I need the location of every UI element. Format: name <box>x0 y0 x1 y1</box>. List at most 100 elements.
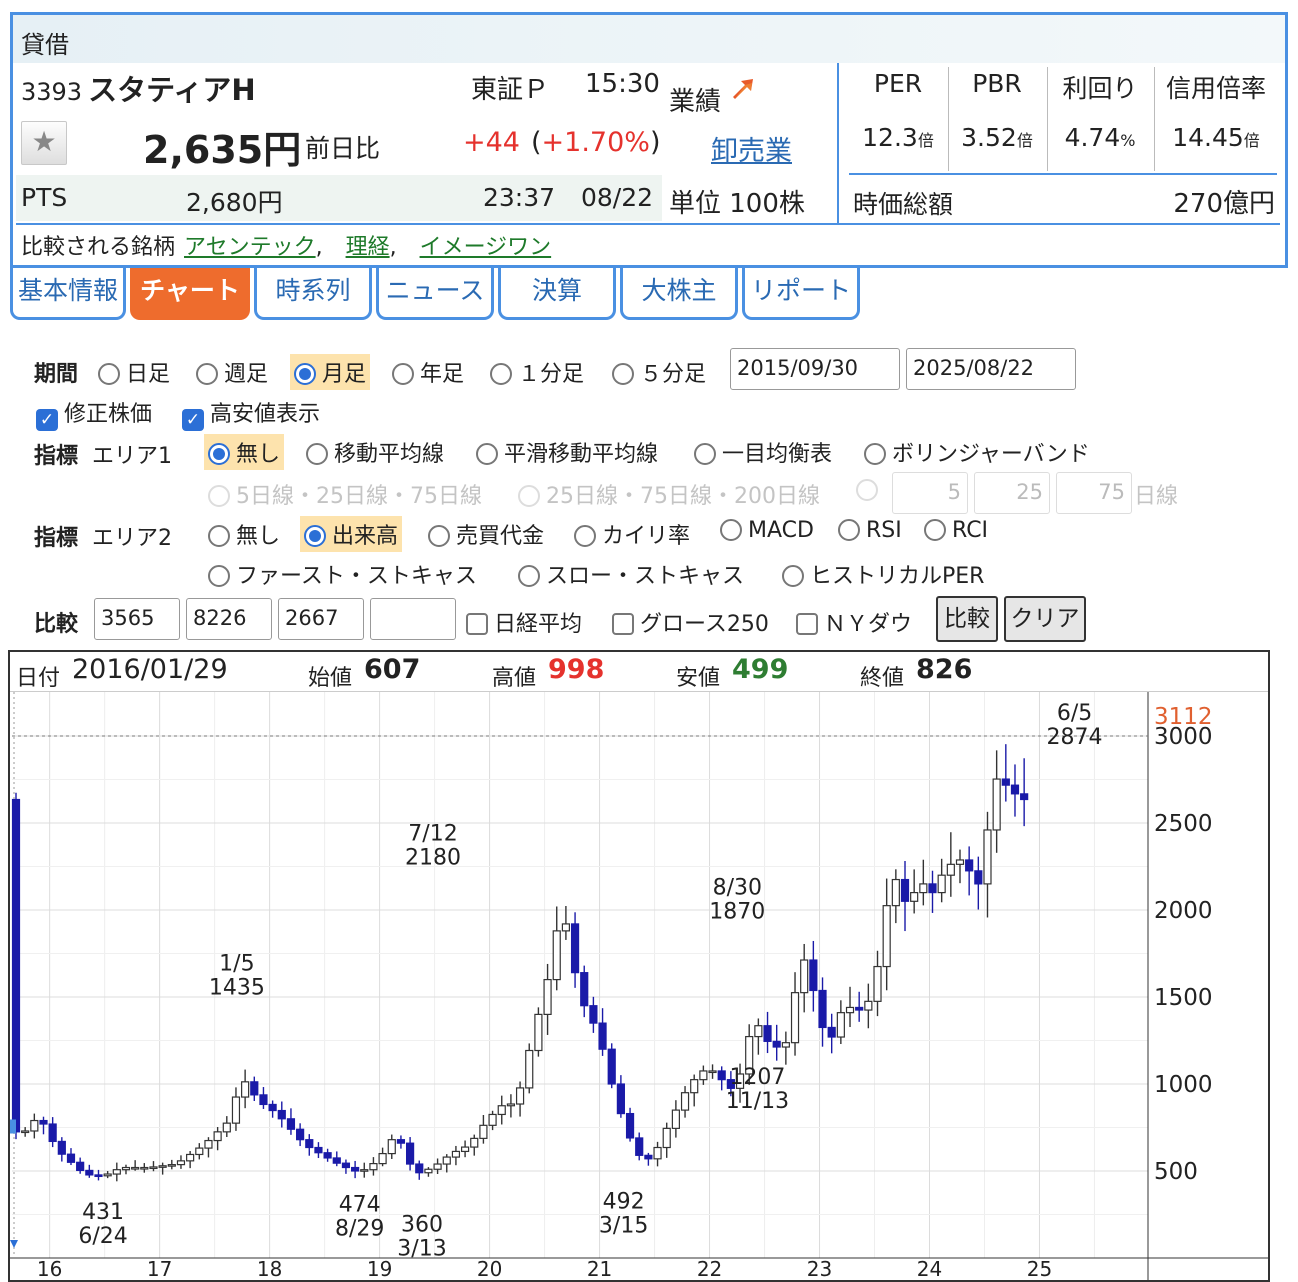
ma-option-long[interactable]: 25日線・75日線・200日線 <box>518 478 820 510</box>
period-5min[interactable]: ５分足 <box>612 356 706 388</box>
period-1min[interactable]: １分足 <box>490 356 584 388</box>
compare-nikkei-checkbox[interactable]: 日経平均 <box>466 606 582 638</box>
compare-button[interactable]: 比較 <box>936 596 998 642</box>
sector-link[interactable]: 卸売業 <box>711 129 792 168</box>
checkbox-icon[interactable] <box>796 613 818 635</box>
compare-growth250-checkbox[interactable]: グロース250 <box>612 606 769 638</box>
candle-body <box>653 1146 662 1160</box>
area2-turnover[interactable]: 売買代金 <box>428 518 544 550</box>
area2-rsi[interactable]: RSI <box>838 518 902 543</box>
area1-ichimoku[interactable]: 一目均衡表 <box>694 436 832 468</box>
radio-icon[interactable] <box>518 485 540 507</box>
radio-icon[interactable] <box>838 519 860 541</box>
clear-button[interactable]: クリア <box>1004 596 1086 642</box>
change-label: 前日比 <box>305 134 381 163</box>
date-from-input[interactable]: 2015/09/30 <box>730 348 900 390</box>
period-yearly[interactable]: 年足 <box>392 356 464 388</box>
candle-body <box>314 1146 323 1154</box>
area2-none[interactable]: 無し <box>208 518 280 550</box>
ma-input-1[interactable]: 5 <box>892 472 968 514</box>
radio-icon[interactable] <box>856 479 878 501</box>
candle-body <box>57 1140 66 1155</box>
low-date-label: 3/15 <box>599 1213 648 1238</box>
radio-icon[interactable] <box>924 519 946 541</box>
x-tick-label: 24 <box>917 1257 942 1280</box>
compare-code-input-2[interactable]: 8226 <box>186 598 272 640</box>
candle-body <box>882 905 891 968</box>
area1-none[interactable]: 無し <box>204 434 285 470</box>
favorite-star-icon[interactable]: ★ <box>21 121 67 165</box>
compared-stock-link[interactable]: 理経 <box>346 235 390 260</box>
highlow-checkbox[interactable]: ✓ 高安値表示 <box>182 396 320 431</box>
ma-option-custom[interactable] <box>856 478 884 503</box>
radio-icon[interactable] <box>428 525 450 547</box>
radio-icon[interactable] <box>306 443 328 465</box>
adjusted-price-checkbox[interactable]: ✓ 修正株価 <box>36 396 152 431</box>
radio-selected-icon[interactable] <box>294 363 316 385</box>
compare-code-input-4[interactable] <box>370 598 456 640</box>
radio-icon[interactable] <box>208 525 230 547</box>
radio-icon[interactable] <box>476 443 498 465</box>
candle-body <box>158 1165 167 1168</box>
tab-time-series[interactable]: 時系列 <box>254 268 372 320</box>
tab-earnings[interactable]: 決算 <box>498 268 616 320</box>
area2-slow-stoch[interactable]: スロー・ストキャス <box>518 558 744 590</box>
candle-body <box>616 1083 625 1115</box>
area1-bollinger[interactable]: ボリンジャーバンド <box>864 436 1090 468</box>
tab-basic-info[interactable]: 基本情報 <box>10 268 126 320</box>
area2-deviation[interactable]: カイリ率 <box>574 518 690 550</box>
radio-icon[interactable] <box>208 485 230 507</box>
radio-icon[interactable] <box>196 363 218 385</box>
radio-icon[interactable] <box>694 443 716 465</box>
radio-icon[interactable] <box>864 443 886 465</box>
period-daily[interactable]: 日足 <box>98 356 170 388</box>
radio-icon[interactable] <box>720 519 742 541</box>
radio-icon[interactable] <box>490 363 512 385</box>
checkbox-icon[interactable] <box>466 613 488 635</box>
checkmark-icon[interactable]: ✓ <box>182 409 204 431</box>
compared-stock-link[interactable]: イメージワン <box>420 235 552 260</box>
radio-icon[interactable] <box>392 363 414 385</box>
area2-macd[interactable]: MACD <box>720 518 814 543</box>
compare-nydow-checkbox[interactable]: ＮＹダウ <box>796 606 912 638</box>
compare-code-input-1[interactable]: 3565 <box>94 598 180 640</box>
radio-icon[interactable] <box>612 363 634 385</box>
candle-body <box>928 883 937 894</box>
metric-unit: % <box>1120 131 1136 150</box>
radio-icon[interactable] <box>518 565 540 587</box>
radio-selected-icon[interactable] <box>208 443 230 465</box>
date-to-input[interactable]: 2025/08/22 <box>906 348 1076 390</box>
ma-input-3[interactable]: 75 <box>1056 472 1132 514</box>
tab-news[interactable]: ニュース <box>376 268 494 320</box>
area2-rci[interactable]: RCI <box>924 518 988 543</box>
radio-icon[interactable] <box>574 525 596 547</box>
radio-icon[interactable] <box>208 565 230 587</box>
radio-icon[interactable] <box>98 363 120 385</box>
low-value-label: 360 <box>401 1212 443 1237</box>
tab-shareholders[interactable]: 大株主 <box>620 268 738 320</box>
period-weekly[interactable]: 週足 <box>196 356 268 388</box>
period-monthly[interactable]: 月足 <box>290 354 371 390</box>
area2-volume[interactable]: 出来高 <box>300 516 403 552</box>
radio-icon[interactable] <box>782 565 804 587</box>
checkbox-icon[interactable] <box>612 613 634 635</box>
area2-historical-per[interactable]: ヒストリカルPER <box>782 558 984 590</box>
price-chart[interactable]: 日付 2016/01/29 始値 607 高値 998 安値 499 終値 82… <box>8 650 1270 1282</box>
candle-body <box>708 1070 717 1074</box>
high-value-label: 2180 <box>405 846 461 871</box>
compared-stock-link[interactable]: アセンテック <box>184 235 316 260</box>
tab-reports[interactable]: リポート <box>742 268 860 320</box>
area1-ema[interactable]: 平滑移動平均線 <box>476 436 658 468</box>
candle-body <box>21 1130 30 1134</box>
candle-body <box>488 1113 497 1126</box>
compare-code-input-3[interactable]: 2667 <box>278 598 364 640</box>
ma-option-short[interactable]: 5日線・25日線・75日線 <box>208 478 482 510</box>
radio-selected-icon[interactable] <box>304 525 326 547</box>
area1-sma[interactable]: 移動平均線 <box>306 436 444 468</box>
ma-input-2[interactable]: 25 <box>974 472 1050 514</box>
area2-fast-stoch[interactable]: ファースト・ストキャス <box>208 558 477 590</box>
candlestick-plot[interactable]: 16 17 18 19 20 21 22 23 24 25 500 1000 1500 2000 2500 3… <box>10 692 1268 1280</box>
checkmark-icon[interactable]: ✓ <box>36 409 58 431</box>
tab-chart[interactable]: チャート <box>130 268 250 320</box>
high-date-label: 8/30 <box>713 876 762 901</box>
